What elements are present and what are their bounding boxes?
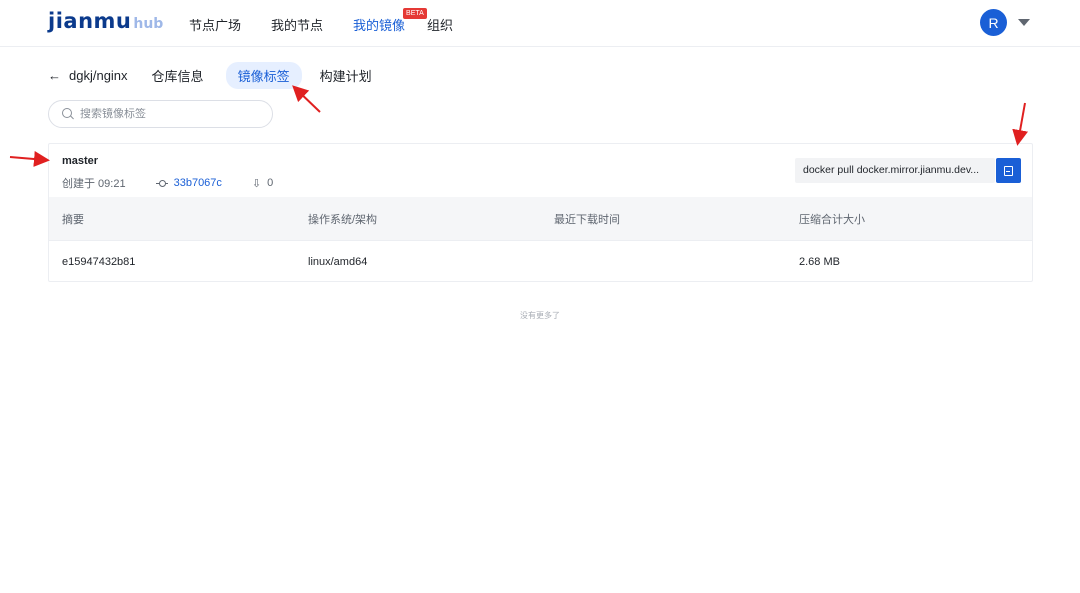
tab-repo-info[interactable]: 仓库信息 — [152, 62, 216, 89]
header-compressed-size: 压缩合计大小 — [799, 213, 865, 226]
nav-organization[interactable]: 组织 — [427, 15, 453, 34]
pull-command-text[interactable]: docker pull docker.mirror.jianmu.dev... — [795, 158, 995, 183]
table-row: e15947432b81 linux/amd64 2.68 MB — [49, 240, 1032, 282]
search-icon — [62, 108, 74, 120]
logo-sub-text: hub — [133, 16, 164, 32]
back-arrow-icon[interactable]: ← — [48, 68, 61, 83]
header-last-download: 最近下载时间 — [554, 213, 620, 226]
nav-my-images[interactable]: 我的镜像 BETA — [353, 8, 427, 34]
header-os-arch: 操作系统/架构 — [308, 213, 378, 226]
logo-main-text: jianmu — [48, 9, 132, 33]
nav-my-images-label: 我的镜像 — [353, 18, 406, 33]
tab-image-tags[interactable]: 镜像标签 — [225, 61, 302, 89]
nav-node-square[interactable]: 节点广场 — [189, 15, 241, 34]
commit-icon — [155, 179, 168, 187]
header-digest: 摘要 — [62, 213, 84, 226]
tag-search-box[interactable] — [48, 100, 273, 128]
arrow-to-tab — [292, 85, 321, 113]
cell-digest: e15947432b81 — [62, 255, 136, 268]
cloud-download-icon: ⇩ — [251, 177, 262, 190]
annotation-arrows — [9, 85, 1028, 167]
image-tag-card: master 创建于 09:21 33b7067c ⇩ 0 docker pul… — [48, 143, 1033, 282]
top-navbar: jianmu hub 节点广场 我的节点 我的镜像 BETA 组织 R — [0, 0, 1080, 47]
tag-meta: 创建于 09:21 33b7067c ⇩ 0 — [62, 175, 273, 191]
tag-search-input[interactable] — [80, 108, 260, 120]
arrow-to-tag — [9, 151, 50, 167]
cell-os-arch: linux/amd64 — [308, 255, 368, 268]
main-nav: 节点广场 我的节点 我的镜像 BETA 组织 — [189, 8, 483, 34]
jianmu-hub-logo[interactable]: jianmu hub — [48, 9, 163, 35]
user-avatar[interactable]: R — [980, 9, 1007, 36]
repo-name[interactable]: dgkj/nginx — [69, 68, 128, 83]
repo-subnav: ← dgkj/nginx 仓库信息 镜像标签 构建计划 — [48, 61, 390, 89]
beta-badge: BETA — [403, 8, 427, 19]
nav-my-nodes[interactable]: 我的节点 — [271, 15, 323, 34]
tab-build-plan[interactable]: 构建计划 — [308, 62, 384, 89]
no-more-text: 没有更多了 — [520, 311, 560, 320]
copy-pull-command-button[interactable] — [996, 158, 1021, 183]
arrow-to-copy — [1012, 102, 1028, 146]
commit-link[interactable]: 33b7067c — [174, 177, 222, 189]
download-count: 0 — [267, 177, 274, 189]
chevron-down-icon[interactable] — [1018, 19, 1030, 26]
table-header: 摘要 操作系统/架构 最近下载时间 压缩合计大小 — [49, 197, 1032, 240]
tag-created-time: 创建于 09:21 — [62, 178, 126, 190]
cell-compressed-size: 2.68 MB — [799, 255, 840, 268]
tag-name: master — [62, 155, 99, 167]
copy-icon — [1004, 165, 1013, 176]
